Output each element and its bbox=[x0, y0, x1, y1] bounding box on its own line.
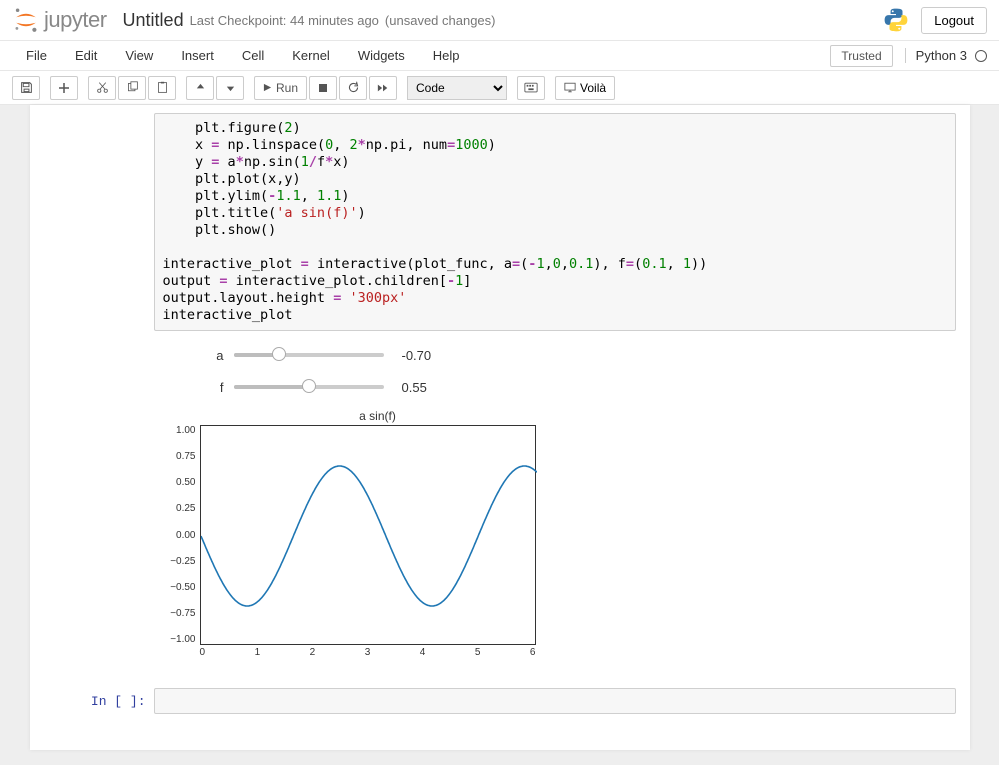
run-label: Run bbox=[276, 81, 298, 95]
restart-run-all-button[interactable] bbox=[369, 76, 397, 100]
chart-plot-area bbox=[200, 425, 536, 645]
cell-prompt-empty: In [ ]: bbox=[44, 688, 154, 714]
chart-line bbox=[201, 426, 537, 646]
chart-title: a sin(f) bbox=[154, 409, 554, 423]
toolbar: Run Code Voilà bbox=[0, 71, 999, 105]
move-up-button[interactable] bbox=[186, 76, 214, 100]
monitor-icon bbox=[564, 82, 576, 93]
cell-output: a -0.70 f 0.55 bbox=[154, 331, 956, 658]
add-cell-button[interactable] bbox=[50, 76, 78, 100]
code-cell[interactable]: plt.figure(2) x = np.linspace(0, 2*np.pi… bbox=[44, 113, 956, 658]
slider-a-value: -0.70 bbox=[402, 348, 432, 363]
stop-button[interactable] bbox=[309, 76, 337, 100]
voila-button[interactable]: Voilà bbox=[555, 76, 615, 100]
menu-file[interactable]: File bbox=[12, 42, 61, 69]
jupyter-icon bbox=[12, 6, 40, 34]
slider-a-thumb[interactable] bbox=[272, 347, 286, 361]
python-icon bbox=[883, 7, 909, 33]
logo-text: jupyter bbox=[44, 7, 107, 33]
unsaved-text: (unsaved changes) bbox=[385, 13, 496, 28]
chart: a sin(f) 1.000.750.500.250.00−0.25−0.50−… bbox=[154, 409, 554, 658]
cut-button[interactable] bbox=[88, 76, 116, 100]
menu-insert[interactable]: Insert bbox=[167, 42, 228, 69]
slider-a-track[interactable] bbox=[234, 353, 384, 357]
code-input-empty[interactable] bbox=[154, 688, 956, 714]
menu-view[interactable]: View bbox=[111, 42, 167, 69]
logout-button[interactable]: Logout bbox=[921, 7, 987, 34]
menubar: FileEditViewInsertCellKernelWidgetsHelp … bbox=[0, 41, 999, 71]
empty-code-cell[interactable]: In [ ]: bbox=[44, 688, 956, 714]
menu-edit[interactable]: Edit bbox=[61, 42, 111, 69]
slider-f[interactable]: f 0.55 bbox=[154, 371, 956, 403]
cell-prompt bbox=[44, 113, 154, 658]
trusted-badge[interactable]: Trusted bbox=[830, 45, 892, 67]
notebook-title[interactable]: Untitled bbox=[123, 10, 184, 31]
slider-f-thumb[interactable] bbox=[302, 379, 316, 393]
chart-yticks: 1.000.750.500.250.00−0.25−0.50−0.75−1.00 bbox=[154, 425, 200, 645]
slider-f-label: f bbox=[154, 380, 234, 395]
notebook-container: plt.figure(2) x = np.linspace(0, 2*np.pi… bbox=[0, 105, 999, 765]
chart-xticks: 0123456 bbox=[200, 645, 536, 658]
menu-cell[interactable]: Cell bbox=[228, 42, 278, 69]
run-button[interactable]: Run bbox=[254, 76, 307, 100]
move-down-button[interactable] bbox=[216, 76, 244, 100]
restart-button[interactable] bbox=[339, 76, 367, 100]
kernel-status-icon bbox=[975, 50, 987, 62]
jupyter-logo[interactable]: jupyter bbox=[12, 6, 107, 34]
save-button[interactable] bbox=[12, 76, 40, 100]
slider-a[interactable]: a -0.70 bbox=[154, 339, 956, 371]
voila-label: Voilà bbox=[580, 81, 606, 95]
slider-f-track[interactable] bbox=[234, 385, 384, 389]
code-input[interactable]: plt.figure(2) x = np.linspace(0, 2*np.pi… bbox=[154, 113, 956, 331]
checkpoint-text: Last Checkpoint: 44 minutes ago bbox=[190, 13, 379, 28]
copy-button[interactable] bbox=[118, 76, 146, 100]
command-palette-button[interactable] bbox=[517, 76, 545, 100]
slider-a-label: a bbox=[154, 348, 234, 363]
cell-type-select[interactable]: Code bbox=[407, 76, 507, 100]
menu-help[interactable]: Help bbox=[419, 42, 474, 69]
notebook: plt.figure(2) x = np.linspace(0, 2*np.pi… bbox=[30, 105, 970, 750]
paste-button[interactable] bbox=[148, 76, 176, 100]
header: jupyter Untitled Last Checkpoint: 44 min… bbox=[0, 0, 999, 41]
kernel-indicator[interactable]: Python 3 bbox=[905, 48, 987, 63]
menu-kernel[interactable]: Kernel bbox=[278, 42, 344, 69]
menu-widgets[interactable]: Widgets bbox=[344, 42, 419, 69]
kernel-name: Python 3 bbox=[905, 48, 967, 63]
slider-f-value: 0.55 bbox=[402, 380, 427, 395]
